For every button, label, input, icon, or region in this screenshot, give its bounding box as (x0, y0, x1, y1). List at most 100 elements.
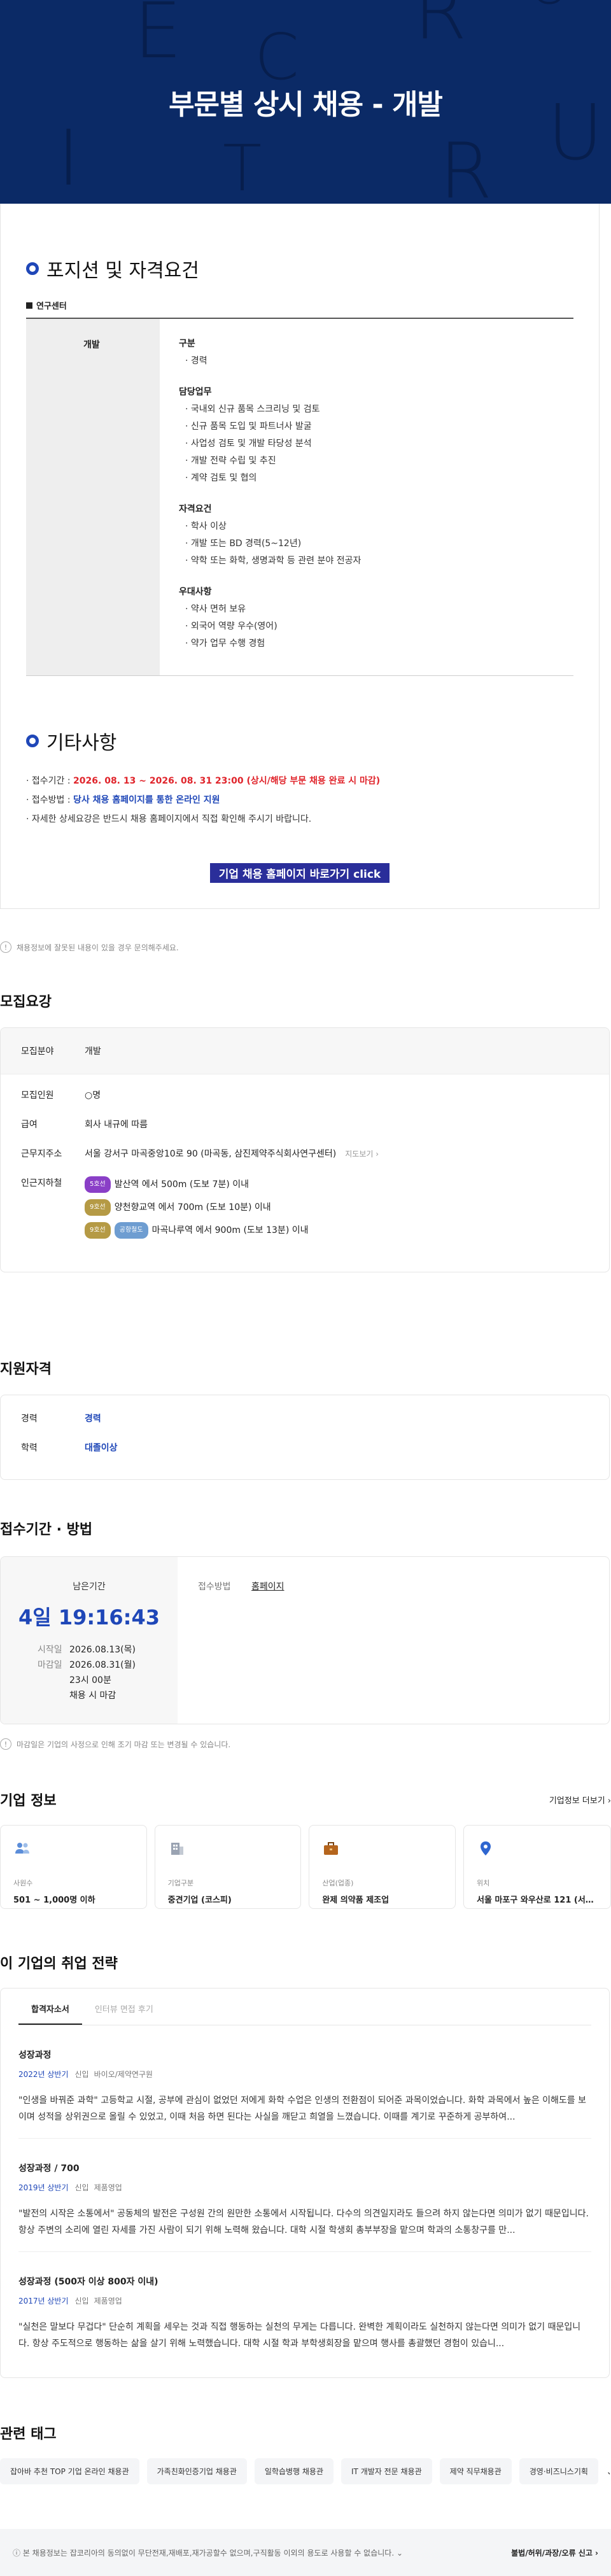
hero-banner: E C R I U R T U 부문별 상시 채용 - 개발 (0, 0, 611, 204)
subway-item: 9호선 양천향교역 에서 700m (도보 10분) 이내 (85, 1199, 589, 1216)
subway-item: 5호선 발산역 에서 500m (도보 7분) 이내 (85, 1176, 589, 1193)
strategy-heading: 이 기업의 취업 전략 (0, 1956, 118, 1972)
subway-line-badge: 5호선 (85, 1176, 111, 1193)
cover-letter-item[interactable]: 성장과정 / 700 2019년 상반기 신입 제품영업 "발전의 시작은 소통에서… (18, 2139, 591, 2252)
posting-detail: 포지션 및 자격요건 연구센터 개발 구분 · 경력 담당업무 · 국내외 신규… (0, 204, 600, 909)
subway-label: 인근지하철 (21, 1178, 62, 1188)
card-value: 501 ~ 1,000명 이하 (13, 1896, 95, 1905)
banner-letter: R (439, 127, 493, 204)
headcount-value: ○명 (85, 1090, 101, 1101)
report-notice: ! 채용정보에 잘못된 내용이 있을 경우 문의해주세요. (0, 909, 611, 965)
headcount-label: 모집인원 (21, 1090, 54, 1101)
group-item: · 신규 품목 도입 및 파트너사 발굴 (185, 421, 312, 432)
footer-copyright: ⓘ 본 채용정보는 잡코리아의 동의없이 무단전재,재배포,재가공할수 없으며,… (13, 2548, 404, 2558)
tag-list: 잡아바 추천 TOP 기업 온라인 채용관 가족친화인증기업 채용관 일학습병행… (0, 2458, 610, 2484)
location-pin-icon (481, 1841, 491, 1855)
address-label: 근무지주소 (21, 1149, 62, 1159)
building-icon (171, 1843, 183, 1855)
tab-cover-letters[interactable]: 합격자소서 (18, 1988, 82, 2025)
role-details: 구분 · 경력 담당업무 · 국내외 신규 품목 스크리닝 및 검토 · 신규 … (160, 319, 573, 675)
story-text: "발전의 시작은 소통에서" 공동체의 발전은 구성원 간의 원만한 소통에서 … (18, 2209, 589, 2235)
company-more-link[interactable]: 기업정보 더보기 › (549, 1794, 611, 1806)
period-line: · 접수기간 : 2026. 08. 13 ~ 2026. 08. 31 23:… (26, 776, 381, 786)
method-panel: 접수방법 홈페이지 (178, 1557, 609, 1724)
position-table: 개발 구분 · 경력 담당업무 · 국내외 신규 품목 스크리닝 및 검토 · … (26, 318, 573, 676)
apply-method-label: 접수방법 (198, 1582, 231, 1592)
career-row: 경력 경력 (21, 1414, 101, 1424)
tag-chip[interactable]: 경영·비즈니스기획 (519, 2458, 598, 2484)
people-icon (15, 1843, 29, 1854)
story-title: 성장과정 (18, 2050, 52, 2060)
strategy-box: 합격자소서 인터뷰 면접 후기 성장과정 2022년 상반기 신입 바이오/제약연구… (0, 1988, 610, 2378)
group-title: 자격요건 (179, 504, 212, 514)
story-title: 성장과정 (500자 이상 800자 이내) (18, 2277, 158, 2287)
deadline-panel: 남은기간 4일 19:16:43 시작일 2026.08.13(목) 마감일 202… (1, 1557, 178, 1724)
banner-letter: R (414, 0, 467, 57)
tag-chip[interactable]: 제약 직무채용관 (439, 2458, 512, 2484)
story-meta: 2017년 상반기 신입 제품영업 (18, 2297, 122, 2305)
period-value: 2026. 08. 13 ~ 2026. 08. 31 23:00 (상시/해당… (73, 776, 381, 786)
report-notice-text[interactable]: 채용정보에 잘못된 내용이 있을 경우 문의해주세요. (17, 942, 179, 953)
group-item: · 국내외 신규 품목 스크리닝 및 검토 (185, 404, 320, 414)
tag-chip[interactable]: 가족친화인증기업 채용관 (146, 2458, 247, 2484)
banner-letter: I (57, 115, 80, 203)
company-card: 산업(업종) 완제 의약품 제조업 (309, 1825, 456, 1909)
info-icon: ! (0, 1738, 11, 1750)
square-bullet-icon (26, 302, 32, 309)
footer-bar: ⓘ 본 채용정보는 잡코리아의 동의없이 무단전재,재배포,재가공할수 없으며,… (0, 2529, 611, 2576)
tags-heading: 관련 태그 (0, 2426, 57, 2442)
method-value: 당사 채용 홈페이지를 통한 온라인 지원 (73, 795, 220, 805)
company-homepage-link[interactable]: 기업 채용 홈페이지 바로가기 click (209, 863, 390, 883)
group-item: · 개발 전략 수립 및 추진 (185, 456, 276, 466)
company-cards: 사원수 501 ~ 1,000명 이하 기업구분 중견기업 (코스피) 산업(업… (0, 1825, 611, 1909)
tag-chip[interactable]: 잡아바 추천 TOP 기업 온라인 채용관 (0, 2458, 139, 2484)
group-title: 우대사항 (179, 587, 212, 597)
posting-title: 부문별 상시 채용 - 개발 (169, 88, 443, 121)
remaining-label: 남은기간 (73, 1582, 106, 1592)
subway-row: 인근지하철 5호선 발산역 에서 500m (도보 7분) 이내 9호선 양천향… (21, 1176, 589, 1245)
tab-interviews[interactable]: 인터뷰 면접 후기 (82, 1988, 166, 2025)
group-item: · 경력 (185, 356, 207, 366)
positions-heading-text: 포지션 및 자격요건 (46, 260, 199, 282)
briefcase-icon (324, 1842, 339, 1855)
group-title: 구분 (179, 339, 195, 349)
story-text: "실천은 말보다 무겁다" 단순히 계획을 세우는 것과 직접 행동하는 실천의… (18, 2322, 581, 2349)
story-title: 성장과정 / 700 (18, 2164, 80, 2174)
positions-heading: 포지션 및 자격요건 (26, 255, 599, 283)
etc-heading-text: 기타사항 (46, 732, 117, 754)
qualification-box: 경력 경력 학력 대졸이상 (0, 1395, 610, 1480)
deadline-notice-text: 마감일은 기업의 사정으로 인해 조기 마감 또는 변경될 수 있습니다. (17, 1740, 231, 1749)
department-label: 연구센터 (26, 299, 599, 311)
apply-method-link[interactable]: 홈페이지 (251, 1580, 284, 1701)
map-link[interactable]: 지도보기 › (345, 1150, 379, 1158)
qualification-heading: 지원자격 (0, 1362, 52, 1377)
headcount-row: 모집인원 ○명 (21, 1088, 589, 1102)
countdown-timer: 4일 19:16:43 (18, 1605, 160, 1629)
card-value: 중견기업 (코스피) (167, 1896, 232, 1905)
end-date: 마감일 2026.08.31(월) (38, 1660, 136, 1670)
cover-letter-item[interactable]: 성장과정 (500자 이상 800자 이내) 2017년 상반기 신입 제품영업 "… (18, 2252, 591, 2365)
salary-label: 급여 (21, 1120, 38, 1130)
group-item: · 외국어 역량 우수(영어) (185, 621, 277, 631)
cover-letter-item[interactable]: 성장과정 2022년 상반기 신입 바이오/제약연구원 "인생을 바꿔준 과학" 고… (18, 2025, 591, 2139)
group-item: · 약가 업무 수행 경험 (185, 638, 265, 649)
method-line: · 접수방법 : 당사 채용 홈페이지를 통한 온라인 지원 (26, 795, 220, 805)
banner-letter: U (528, 0, 570, 13)
etc-heading: 기타사항 (26, 727, 599, 755)
card-value: 완제 의약품 제조업 (322, 1896, 390, 1905)
subway-line-badge: 공항철도 (114, 1222, 148, 1239)
banner-letter: E (134, 0, 182, 76)
company-card: 기업구분 중견기업 (코스피) (154, 1825, 302, 1909)
group-item: · 학사 이상 (185, 521, 227, 531)
education-row: 학력 대졸이상 (21, 1443, 118, 1453)
start-date: 시작일 2026.08.13(목) (38, 1645, 136, 1655)
report-link[interactable]: 불법/허위/과장/오류 신고 › (511, 2547, 598, 2558)
tag-chip[interactable]: IT 개발자 전문 채용관 (341, 2458, 432, 2484)
group-item: · 개발 또는 BD 경력(5~12년) (185, 538, 302, 549)
field-label: 모집분야 (21, 1046, 54, 1057)
chevron-down-icon[interactable]: ⌄ (606, 2465, 610, 2477)
banner-letter: C (255, 20, 299, 94)
banner-letter: T (223, 131, 262, 204)
tag-chip[interactable]: 일학습병행 채용관 (254, 2458, 334, 2484)
strategy-tabs: 합격자소서 인터뷰 면접 후기 (18, 1988, 591, 2025)
